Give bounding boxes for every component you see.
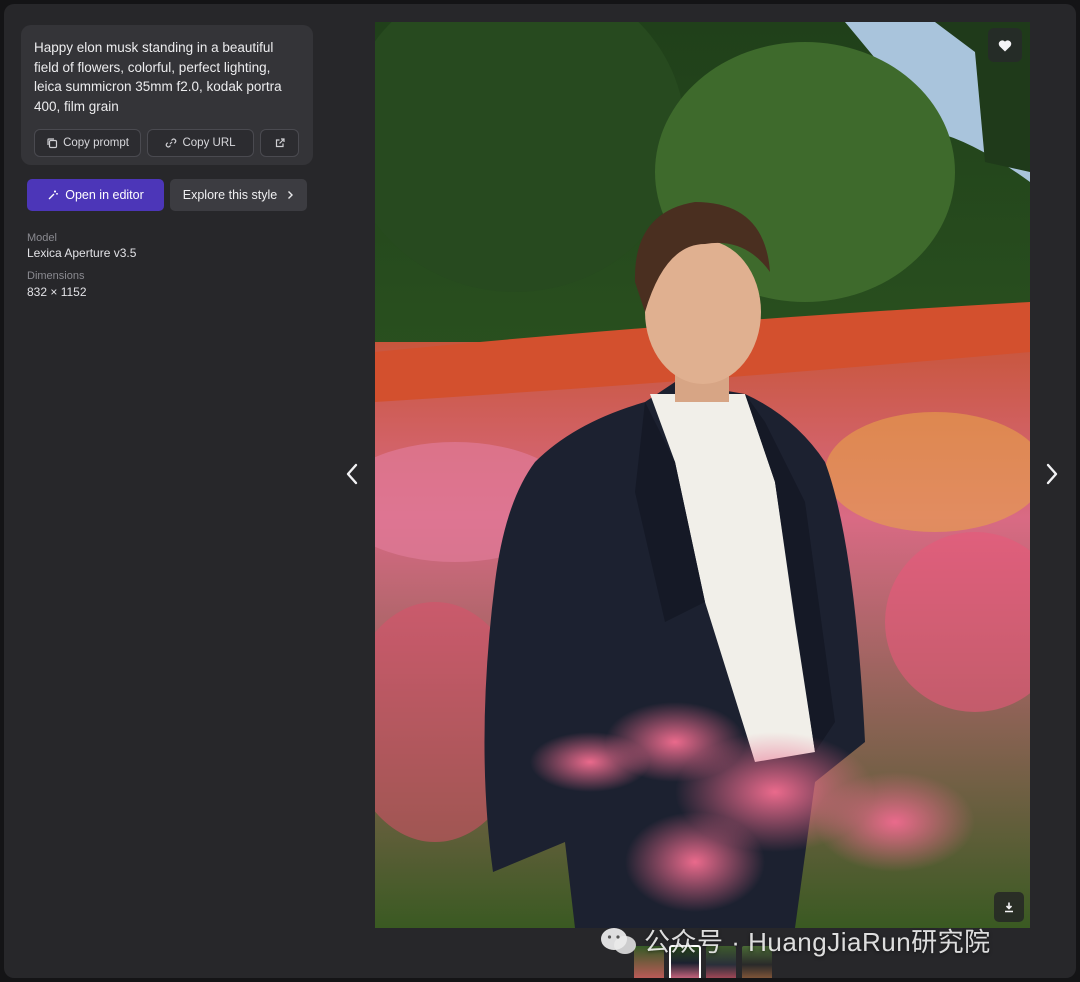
copy-icon — [47, 138, 58, 149]
open-external-button[interactable] — [260, 129, 299, 157]
magic-wand-icon — [48, 190, 59, 200]
prompt-card: Happy elon musk standing in a beautiful … — [21, 25, 313, 165]
action-row: Open in editor Explore this style — [27, 179, 307, 211]
copy-prompt-button[interactable]: Copy prompt — [34, 129, 141, 157]
image-detail-modal: Happy elon musk standing in a beautiful … — [4, 4, 1076, 978]
previous-image-button[interactable] — [341, 460, 363, 488]
model-label: Model — [27, 232, 57, 244]
watermark-text: 公众号 · HuangJiaRun研究院 — [644, 927, 991, 957]
prompt-text: Happy elon musk standing in a beautiful … — [34, 40, 282, 114]
prompt-actions: Copy prompt Copy URL — [34, 129, 299, 157]
copy-prompt-label: Copy prompt — [63, 137, 129, 149]
chat-bubble-icon — [601, 927, 636, 954]
generated-image-art — [375, 22, 1030, 928]
copy-url-button[interactable]: Copy URL — [147, 129, 254, 157]
model-value: Lexica Aperture v3.5 — [27, 246, 137, 260]
open-in-editor-label: Open in editor — [65, 188, 144, 202]
watermark: 公众号 · HuangJiaRun研究院 — [600, 922, 991, 959]
chevron-right-icon — [288, 191, 294, 199]
chevron-right-icon — [1046, 463, 1058, 485]
download-button[interactable] — [994, 892, 1024, 922]
generated-image — [375, 22, 1030, 928]
copy-url-label: Copy URL — [182, 137, 236, 149]
next-image-button[interactable] — [1041, 460, 1063, 488]
open-in-editor-button[interactable]: Open in editor — [27, 179, 164, 211]
link-icon — [166, 138, 177, 148]
favorite-button[interactable] — [988, 28, 1022, 62]
dimensions-label: Dimensions — [27, 270, 85, 282]
chevron-left-icon — [346, 463, 358, 485]
external-link-icon — [275, 138, 285, 148]
download-icon — [1005, 902, 1013, 913]
heart-icon — [998, 39, 1012, 51]
explore-style-label: Explore this style — [182, 188, 278, 202]
explore-style-button[interactable]: Explore this style — [170, 179, 307, 211]
dimensions-value: 832 × 1152 — [27, 285, 87, 299]
